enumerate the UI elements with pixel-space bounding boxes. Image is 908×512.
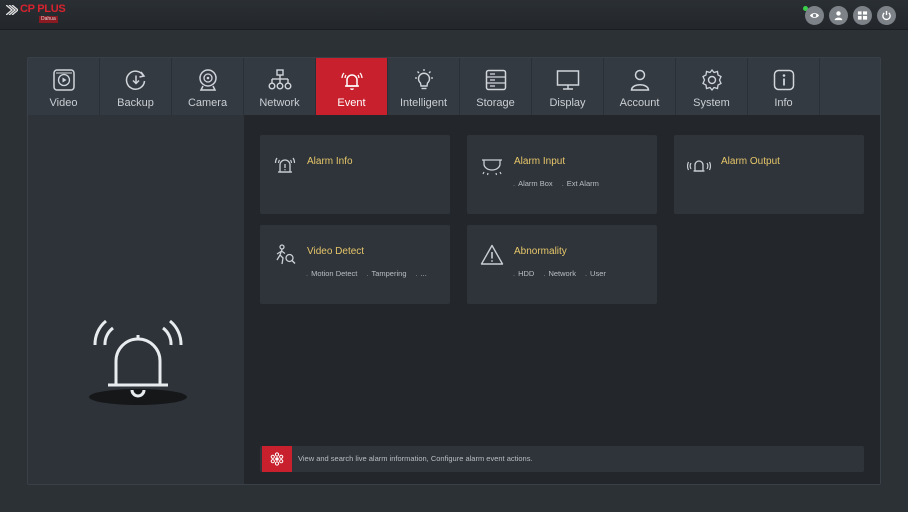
power-icon — [882, 10, 891, 21]
power-button[interactable] — [877, 6, 896, 25]
nav-label: Video — [49, 97, 78, 109]
section-sidebar — [28, 115, 244, 484]
layout-button[interactable] — [853, 6, 872, 25]
nav-item-video[interactable]: Video — [28, 58, 100, 115]
alarm-output-icon — [686, 160, 712, 172]
card-title: Alarm Output — [721, 156, 780, 167]
gear-icon — [701, 68, 722, 92]
nav-item-backup[interactable]: Backup — [100, 58, 172, 115]
backup-icon — [125, 70, 145, 90]
nav-label: Network — [259, 97, 300, 109]
monitor-icon — [556, 70, 579, 90]
grid-icon — [857, 11, 868, 20]
description-badge — [262, 446, 292, 472]
alarm-info-icon — [274, 157, 296, 173]
alarm-bell-illustration-icon — [89, 319, 187, 405]
top-bar: CP PLUS Dahua — [0, 0, 908, 30]
main-menu-bar: Video Backup Camera Network Event Intell… — [28, 58, 880, 121]
nav-item-display[interactable]: Display — [532, 58, 604, 115]
brand-logo: CP PLUS Dahua — [6, 3, 68, 25]
network-icon — [268, 69, 292, 90]
card-title: Video Detect — [307, 246, 365, 257]
warning-icon — [480, 244, 504, 265]
card-alarm-info[interactable]: Alarm Info — [260, 135, 450, 214]
nav-item-event[interactable]: Event — [316, 58, 388, 121]
card-title: Abnormality — [514, 246, 567, 257]
eye-icon — [809, 13, 820, 18]
link-ext-alarm[interactable]: Ext Alarm — [562, 179, 599, 188]
nav-item-system[interactable]: System — [676, 58, 748, 115]
card-sub-links: Motion Detect Tampering ... — [306, 269, 427, 278]
nav-item-info[interactable]: Info — [748, 58, 820, 115]
logo-subtext: Dahua — [39, 16, 58, 23]
nav-label: Intelligent — [399, 97, 448, 109]
nav-item-network[interactable]: Network — [244, 58, 316, 115]
main-panel: Video Backup Camera Network Event Intell… — [27, 57, 881, 485]
nav-item-storage[interactable]: Storage — [460, 58, 532, 115]
video-detect-icon — [276, 244, 296, 265]
flower-icon — [270, 452, 284, 466]
nav-label: Display — [549, 97, 586, 109]
camera-icon — [198, 69, 217, 91]
nav-label: Event — [337, 97, 366, 109]
link-tampering[interactable]: Tampering — [366, 269, 406, 278]
card-title: Alarm Input — [514, 156, 566, 167]
account-icon — [630, 69, 649, 91]
live-view-button[interactable] — [805, 6, 824, 25]
nav-item-intelligent[interactable]: Intelligent — [388, 58, 460, 115]
link-hdd[interactable]: HDD — [513, 269, 534, 278]
nav-item-account[interactable]: Account — [604, 58, 676, 115]
user-icon — [834, 11, 843, 21]
card-video-detect[interactable]: Video Detect Motion Detect Tampering ... — [260, 225, 450, 304]
card-title: Alarm Info — [307, 156, 353, 167]
card-abnormality[interactable]: Abnormality HDD Network User — [467, 225, 657, 304]
nav-item-camera[interactable]: Camera — [172, 58, 244, 115]
bulb-icon — [414, 69, 433, 90]
info-icon — [773, 69, 794, 91]
logo-mark-icon — [6, 5, 18, 15]
user-button[interactable] — [829, 6, 848, 25]
storage-icon — [485, 69, 506, 91]
video-icon — [52, 69, 75, 91]
link-more[interactable]: ... — [416, 269, 427, 278]
link-alarm-box[interactable]: Alarm Box — [513, 179, 553, 188]
nav-label: Storage — [476, 97, 515, 109]
logo-text: CP PLUS — [20, 3, 66, 15]
card-sub-links: Alarm Box Ext Alarm — [513, 179, 599, 188]
nav-label: Account — [619, 97, 660, 109]
link-motion-detect[interactable]: Motion Detect — [306, 269, 357, 278]
link-user[interactable]: User — [585, 269, 606, 278]
alarm-bell-icon — [340, 72, 363, 90]
description-text: View and search live alarm information, … — [298, 454, 533, 463]
card-alarm-output[interactable]: Alarm Output — [674, 135, 864, 214]
event-content: Alarm Info Alarm Input Alarm Box Ext Ala… — [244, 115, 880, 484]
nav-label: System — [693, 97, 730, 109]
card-alarm-input[interactable]: Alarm Input Alarm Box Ext Alarm — [467, 135, 657, 214]
nav-label: Camera — [187, 97, 228, 109]
alarm-input-icon — [482, 159, 502, 176]
description-bar: View and search live alarm information, … — [260, 446, 864, 472]
nav-label: Backup — [117, 97, 154, 109]
link-network[interactable]: Network — [543, 269, 576, 278]
card-sub-links: HDD Network User — [513, 269, 606, 278]
nav-label: Info — [774, 97, 793, 109]
